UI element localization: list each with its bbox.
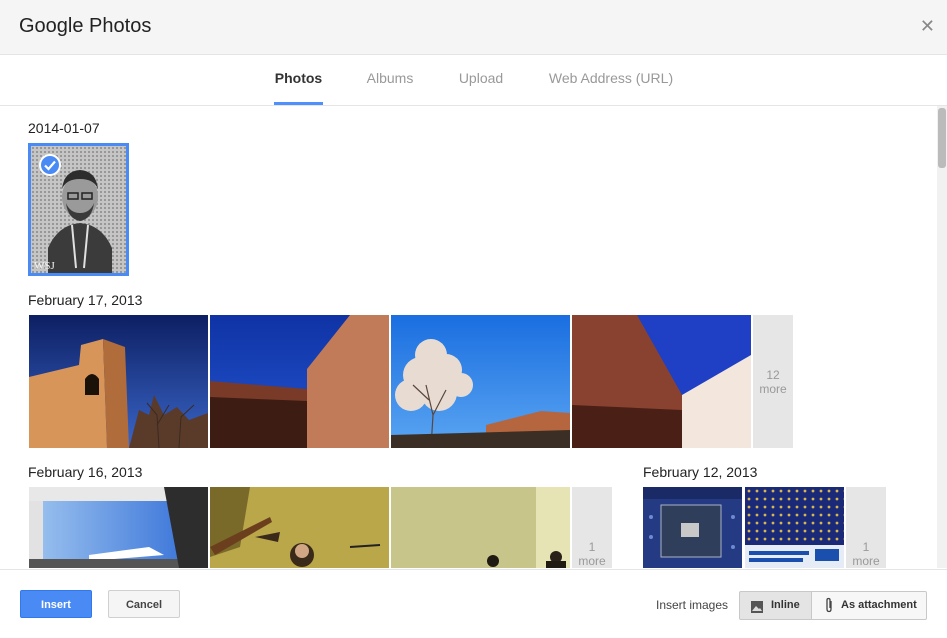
tab-photos[interactable]: Photos bbox=[274, 55, 323, 105]
photo-thumbnail[interactable] bbox=[745, 487, 844, 568]
more-photos-tile[interactable]: 12 more bbox=[753, 315, 793, 448]
photo-thumbnail-selected[interactable]: WSJ bbox=[28, 143, 129, 276]
more-count: 1 more bbox=[852, 540, 880, 568]
more-photos-tile[interactable]: 1 more bbox=[572, 487, 612, 568]
photo-thumbnail[interactable] bbox=[29, 315, 208, 448]
svg-text:WSJ: WSJ bbox=[34, 260, 56, 272]
cancel-button[interactable]: Cancel bbox=[108, 590, 180, 618]
photo-thumbnail[interactable] bbox=[643, 487, 742, 568]
photo-thumbnail[interactable] bbox=[391, 315, 570, 448]
more-count: 1 more bbox=[578, 540, 606, 568]
checkmark-icon bbox=[39, 154, 61, 176]
as-attachment-toggle[interactable]: As attachment bbox=[811, 591, 927, 620]
more-photos-tile[interactable]: 1 more bbox=[846, 487, 886, 568]
date-heading: 2014-01-07 bbox=[28, 120, 100, 136]
inline-toggle[interactable]: Inline bbox=[739, 591, 812, 620]
date-heading: February 12, 2013 bbox=[643, 464, 758, 480]
dialog-title: Google Photos bbox=[19, 15, 152, 37]
insert-button[interactable]: Insert bbox=[20, 590, 92, 618]
photo-thumbnail[interactable] bbox=[572, 315, 751, 448]
tab-bar: Photos Albums Upload Web Address (URL) bbox=[0, 55, 947, 106]
photo-thumbnail[interactable] bbox=[391, 487, 570, 568]
as-attachment-label: As attachment bbox=[841, 599, 917, 611]
photo-thumbnail[interactable] bbox=[210, 487, 389, 568]
insert-images-label: Insert images bbox=[656, 598, 729, 612]
date-heading: February 16, 2013 bbox=[28, 464, 143, 480]
dialog-header: Google Photos ✕ bbox=[0, 0, 947, 55]
more-count: 12 more bbox=[759, 368, 787, 396]
tab-albums[interactable]: Albums bbox=[366, 55, 414, 103]
photo-grid: 2014-01-07 WSJ February 17, 2013 12 more… bbox=[0, 106, 937, 568]
tab-upload[interactable]: Upload bbox=[458, 55, 504, 103]
scrollbar-thumb[interactable] bbox=[938, 108, 946, 168]
inline-label: Inline bbox=[771, 599, 800, 611]
scrollbar[interactable] bbox=[937, 106, 947, 568]
close-icon[interactable]: ✕ bbox=[920, 17, 935, 35]
photo-thumbnail[interactable] bbox=[210, 315, 389, 448]
image-icon bbox=[750, 598, 764, 625]
paperclip-icon bbox=[824, 597, 834, 624]
dialog-footer: Insert Cancel Insert images Inline As at… bbox=[0, 569, 947, 638]
date-heading: February 17, 2013 bbox=[28, 292, 143, 308]
tab-web-address[interactable]: Web Address (URL) bbox=[546, 55, 676, 103]
photo-thumbnail[interactable] bbox=[29, 487, 208, 568]
